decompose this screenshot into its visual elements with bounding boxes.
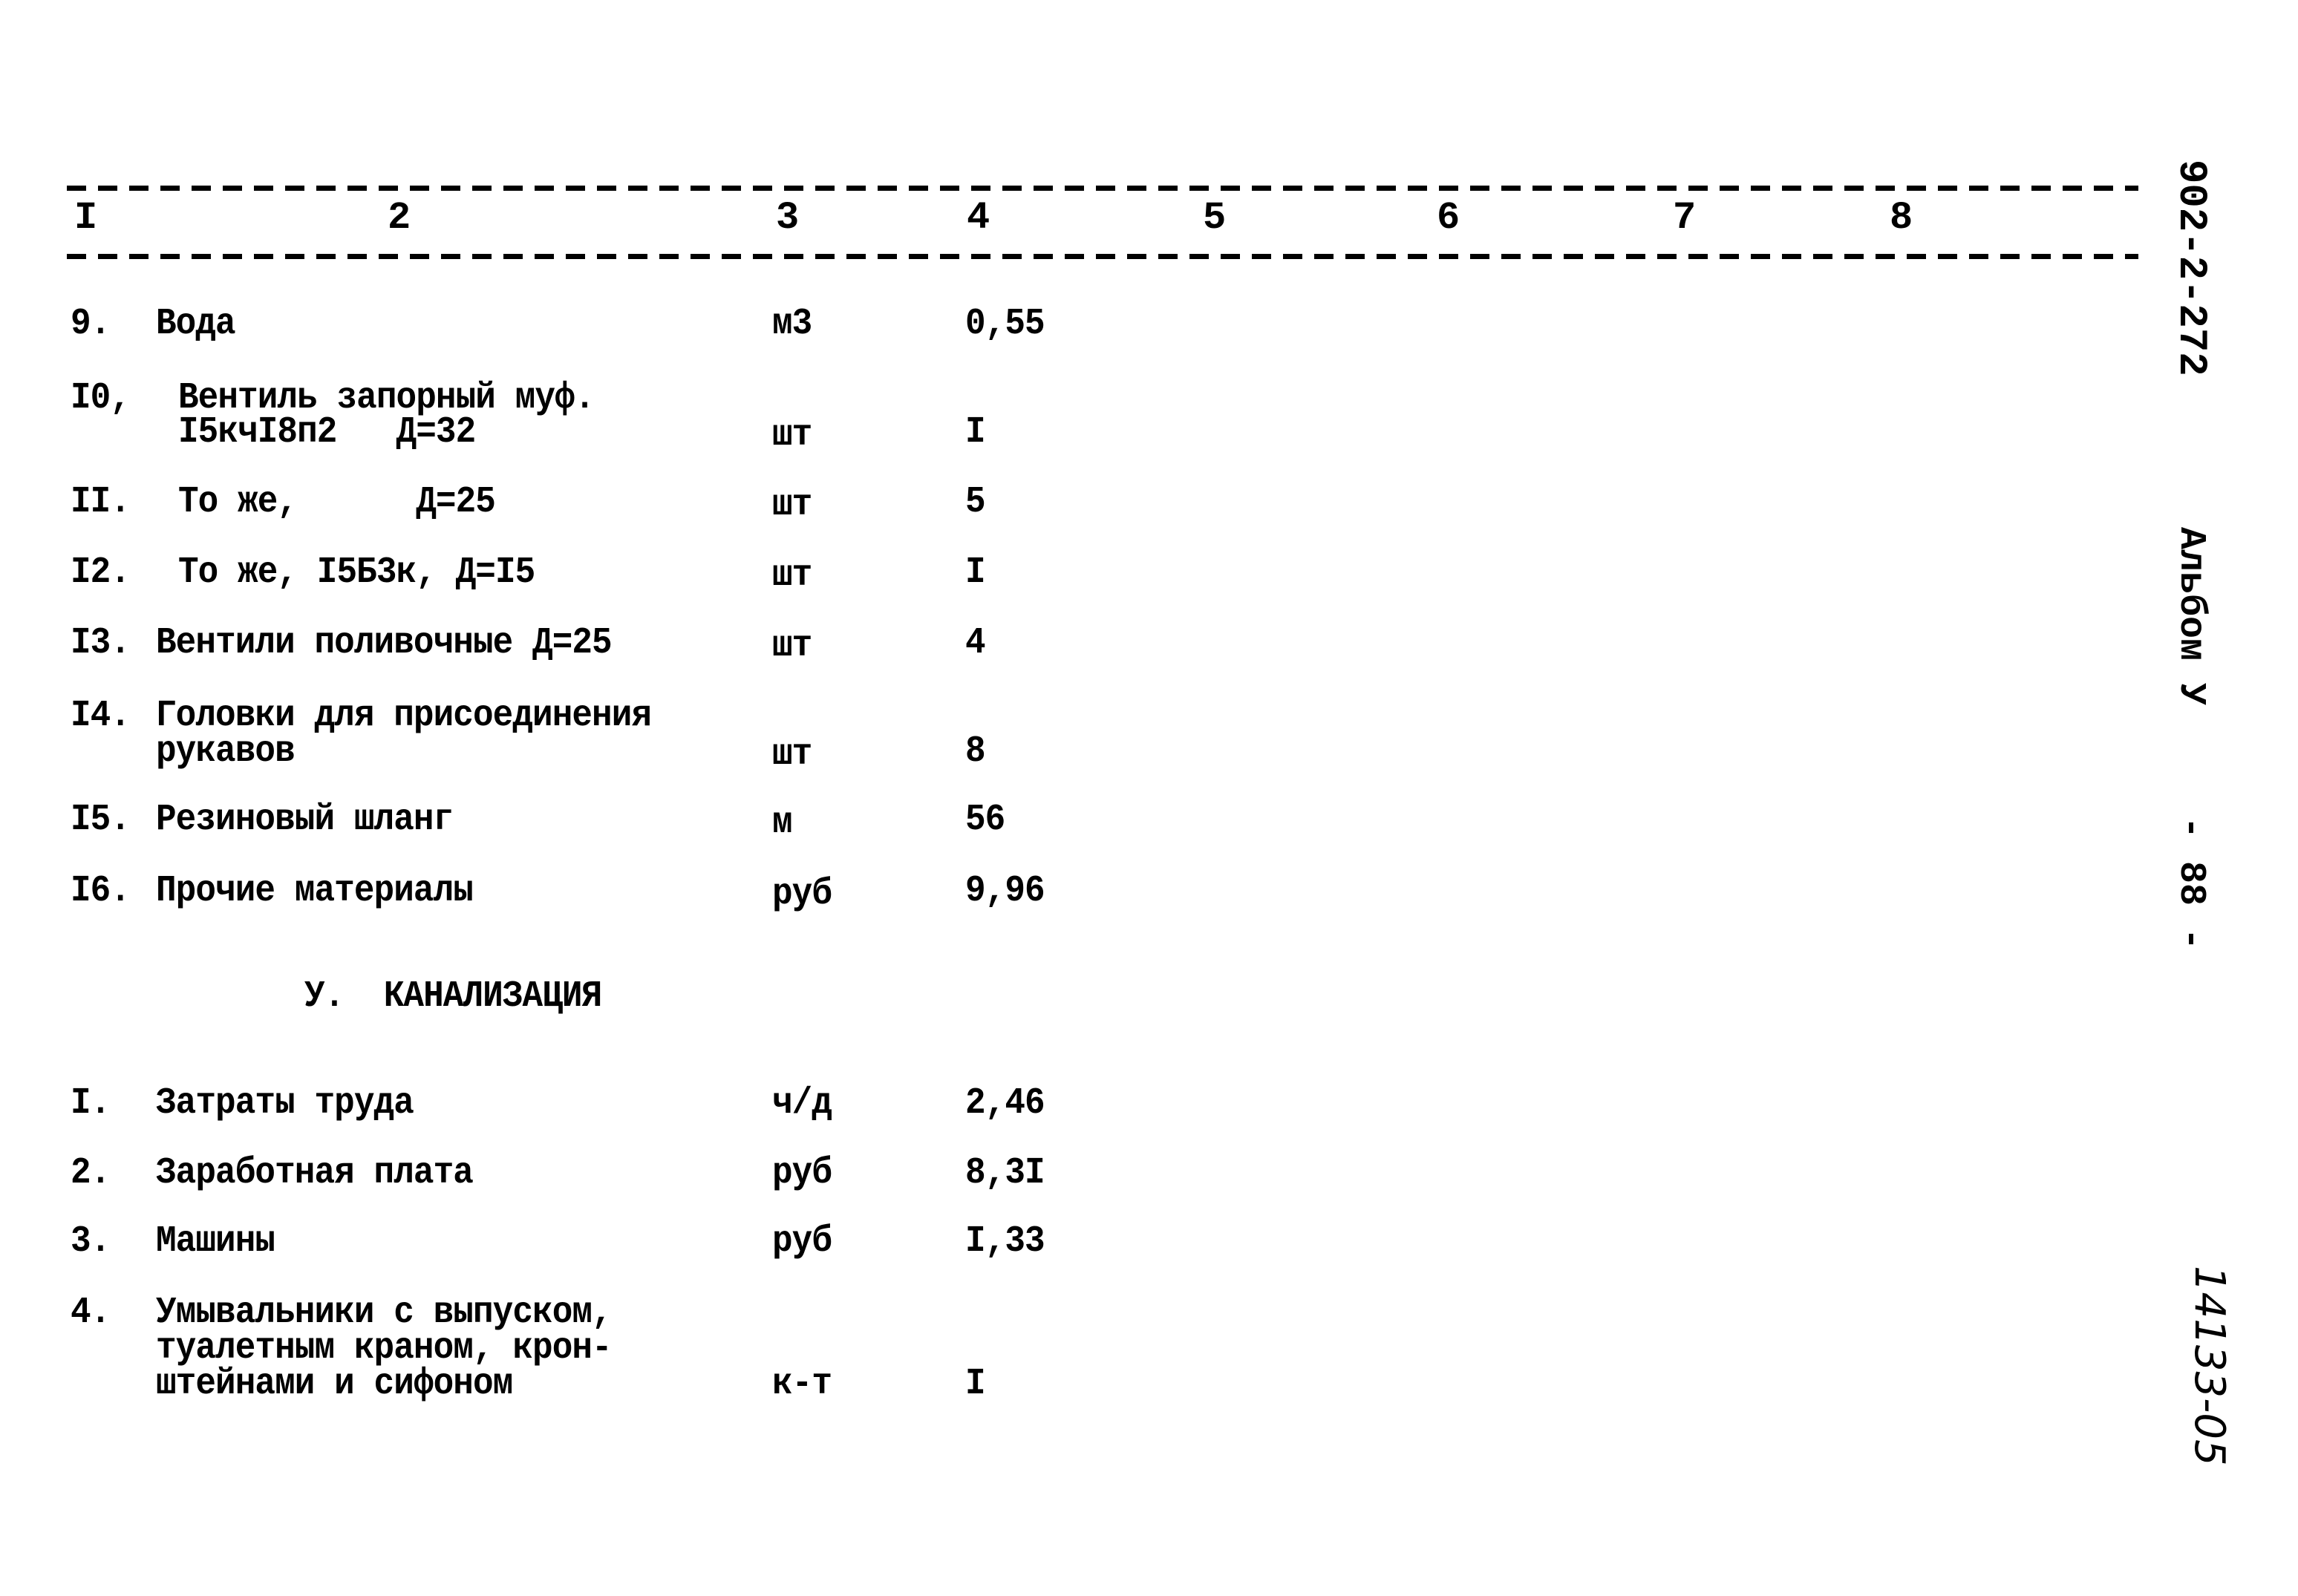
column-header-3: 3 [776, 196, 800, 240]
row-unit: шт [772, 625, 812, 667]
header-bottom-rule [67, 254, 2138, 259]
row-number: II. [71, 481, 131, 523]
handwritten-code: 14133-05 [2185, 1266, 2233, 1466]
row-name: Машины [156, 1220, 275, 1263]
row-unit: шт [772, 555, 812, 597]
row-number: I0, [71, 377, 131, 419]
row-value: I [965, 411, 986, 454]
column-header-4: 4 [967, 196, 990, 240]
row-number: I4. [71, 695, 131, 737]
row-name: Вода [156, 303, 236, 345]
row-value: 5 [965, 481, 986, 523]
row-unit: ч/д [772, 1082, 832, 1125]
column-header-7: 7 [1673, 196, 1697, 240]
row-unit: руб [772, 1220, 832, 1263]
row-number: 9. [71, 303, 111, 345]
row-unit: м3 [772, 303, 812, 345]
column-header-1: I [74, 196, 98, 240]
row-unit: шт [772, 414, 812, 457]
row-number: 2. [71, 1152, 111, 1194]
row-number: I. [71, 1082, 111, 1125]
row-value: I [965, 552, 986, 594]
column-header-2: 2 [388, 196, 411, 240]
row-unit: к-т [772, 1363, 832, 1405]
row-value: 0,55 [965, 303, 1045, 345]
row-unit: руб [772, 873, 832, 915]
row-name: Головки для присоединения [156, 695, 652, 737]
section-title: У. КАНАЛИЗАЦИЯ [304, 975, 602, 1018]
row-name: То же, Д=25 [178, 481, 496, 523]
row-number: 4. [71, 1292, 111, 1334]
row-value: I [965, 1363, 986, 1405]
row-unit: шт [772, 484, 812, 526]
row-name: Прочие материалы [156, 870, 474, 912]
row-number: I6. [71, 870, 131, 912]
column-header-8: 8 [1890, 196, 1913, 240]
row-name: Заработная плата [156, 1152, 474, 1194]
row-number: I3. [71, 622, 131, 664]
row-value: 4 [965, 622, 986, 664]
row-number: I2. [71, 552, 131, 594]
row-number: 3. [71, 1220, 111, 1263]
row-name-continued: I5кчI8п2 Д=32 [178, 411, 476, 454]
row-value: 2,46 [965, 1082, 1045, 1125]
row-name: Резиновый шланг [156, 799, 454, 841]
row-name: Вентили поливочные Д=25 [156, 622, 613, 664]
row-name: То же, I5Б3к, Д=I5 [178, 552, 535, 594]
document-code: 902-2-272 [2168, 160, 2213, 376]
row-unit: шт [772, 733, 812, 776]
album-label: Альбом У [2170, 527, 2212, 706]
row-name: Затраты труда [156, 1082, 414, 1125]
row-value: I,33 [965, 1220, 1045, 1263]
row-value: 9,96 [965, 870, 1045, 912]
row-unit: руб [772, 1152, 832, 1194]
row-unit: м [772, 802, 793, 844]
row-name-continued: штейнами и сифоном [156, 1363, 513, 1405]
row-name-continued: рукавов [156, 730, 296, 773]
row-name-continued: туалетным краном, крон- [156, 1327, 613, 1370]
page-number: - 88 - [2170, 817, 2212, 951]
row-value: 8,3I [965, 1152, 1045, 1194]
column-header-6: 6 [1437, 196, 1460, 240]
row-name: Умывальники с выпуском, [156, 1292, 613, 1334]
row-number: I5. [71, 799, 131, 841]
row-value: 56 [965, 799, 1005, 841]
column-header-5: 5 [1203, 196, 1227, 240]
header-top-rule [67, 186, 2138, 191]
row-value: 8 [965, 730, 986, 773]
